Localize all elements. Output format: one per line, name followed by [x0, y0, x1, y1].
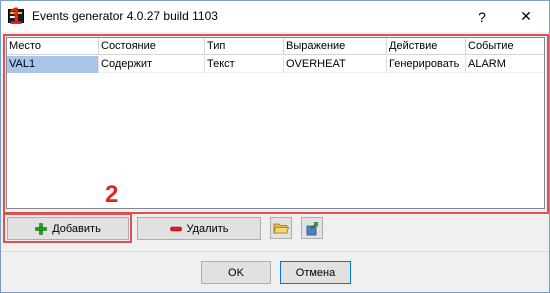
- close-icon: ✕: [520, 8, 532, 24]
- delete-button[interactable]: Удалить: [137, 217, 261, 240]
- events-generator-window: Events generator 4.0.27 build 1103 ? ✕ М…: [0, 0, 550, 293]
- table-highlight-frame: [3, 34, 549, 214]
- footer-divider: [1, 251, 549, 252]
- open-file-button[interactable]: [270, 217, 292, 239]
- cancel-button[interactable]: Отмена: [280, 261, 351, 284]
- ok-button[interactable]: OK: [201, 261, 271, 284]
- annotation-marker-2: 2: [105, 181, 119, 208]
- cancel-button-label: Отмена: [295, 266, 336, 279]
- export-button[interactable]: [301, 217, 323, 239]
- folder-open-icon: [273, 223, 289, 234]
- delete-button-label: Удалить: [186, 222, 229, 235]
- help-button[interactable]: ?: [459, 1, 505, 32]
- ok-button-label: OK: [228, 266, 244, 279]
- add-button-highlight-frame: [3, 213, 132, 243]
- annotation-marker-1: 1: [9, 3, 23, 30]
- minus-icon: [169, 226, 182, 231]
- title-bar: Events generator 4.0.27 build 1103 ? ✕: [1, 1, 549, 32]
- export-icon: [306, 222, 318, 236]
- window-title: Events generator 4.0.27 build 1103: [32, 9, 218, 23]
- help-icon: ?: [478, 8, 486, 25]
- close-button[interactable]: ✕: [503, 1, 549, 32]
